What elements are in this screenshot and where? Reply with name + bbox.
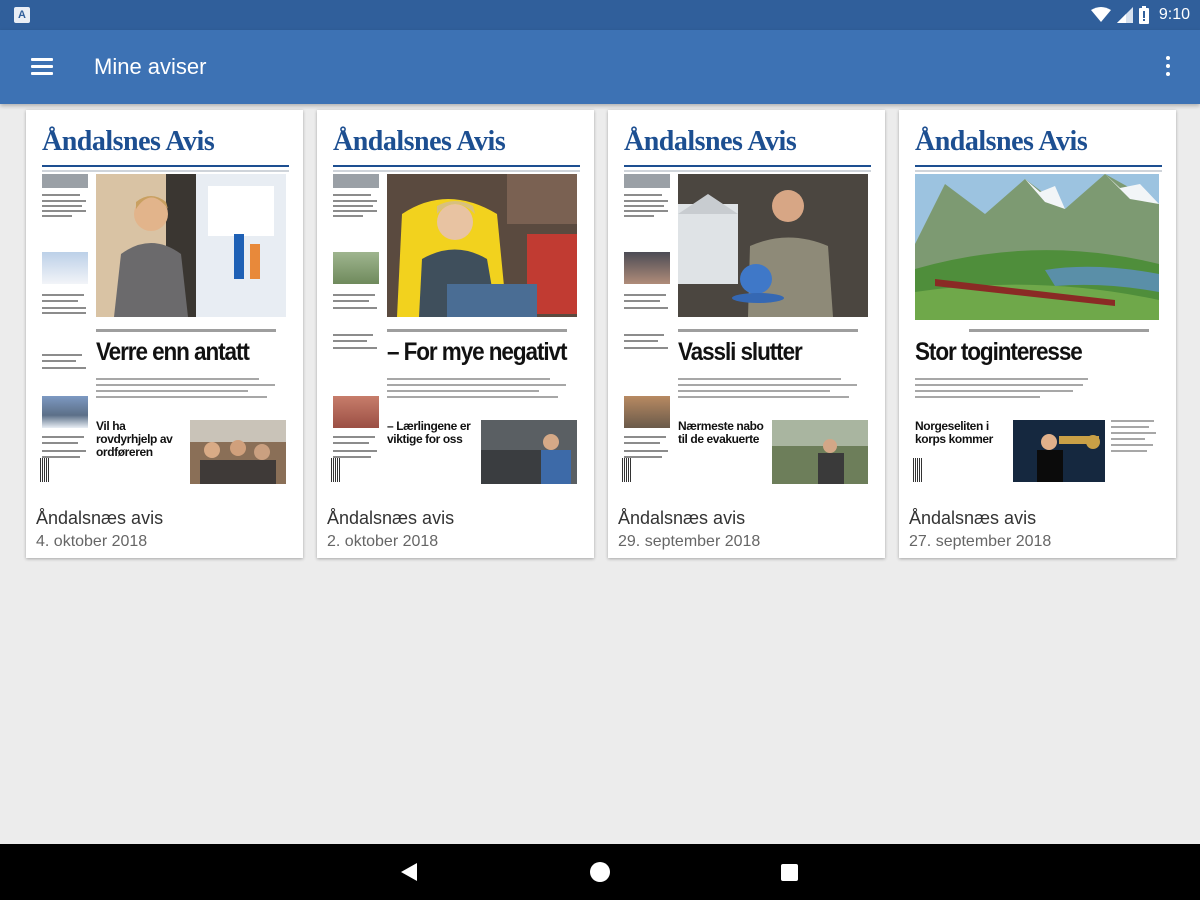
side-column xyxy=(624,174,672,502)
cover-photo xyxy=(678,174,868,317)
article-text xyxy=(678,378,868,402)
cover-photo xyxy=(387,174,577,317)
cover-photo xyxy=(915,174,1159,320)
secondary-photo xyxy=(190,420,286,484)
app-bar: Mine aviser xyxy=(0,30,1200,104)
wifi-icon xyxy=(1090,7,1111,22)
secondary-photo xyxy=(481,420,577,484)
cover-photo xyxy=(96,174,286,317)
masthead-subrule xyxy=(333,170,580,172)
home-circle-icon[interactable] xyxy=(590,862,610,882)
masthead: Åndalsnes Avis xyxy=(624,126,797,157)
thumbnail-image xyxy=(624,396,670,428)
thumbnail-image xyxy=(333,396,379,428)
masthead-subrule xyxy=(42,170,289,172)
headline: Vassli slutter xyxy=(678,338,803,366)
thumbnail-image xyxy=(42,252,88,284)
thumbnail-image xyxy=(624,252,670,284)
headline: Stor toginteresse xyxy=(915,338,1083,366)
masthead: Åndalsnes Avis xyxy=(333,126,506,157)
status-icons: 9:10 xyxy=(1090,5,1190,25)
status-bar: A 9:10 xyxy=(0,0,1200,30)
card-date: 27. september 2018 xyxy=(909,533,1052,550)
back-triangle-icon[interactable] xyxy=(401,863,417,881)
subheadline: Norgeseliten i korps kommer xyxy=(915,419,993,446)
barcode xyxy=(622,458,632,482)
masthead-subrule xyxy=(624,170,871,172)
subheadline: Nærmeste nabo til de evakuerte xyxy=(678,419,764,446)
newspaper-cover[interactable]: Åndalsnes Avis xyxy=(622,124,871,502)
article-text xyxy=(915,378,1155,402)
hamburger-menu-icon[interactable] xyxy=(24,52,60,82)
card-date: 29. september 2018 xyxy=(618,533,761,550)
masthead-rule xyxy=(915,165,1162,167)
more-vert-icon[interactable] xyxy=(1158,52,1178,82)
side-column xyxy=(42,174,90,502)
article-text xyxy=(96,378,286,402)
newspaper-grid: Åndalsnes Avis Verre enn antatt Vil ha r… xyxy=(26,110,1176,560)
side-column xyxy=(333,174,381,502)
kicker-line xyxy=(96,329,276,332)
subheadline: Vil ha rovdyrhjelp av ordføreren xyxy=(96,419,173,459)
masthead-rule xyxy=(42,165,289,167)
system-nav-bar xyxy=(0,844,1200,900)
masthead-rule xyxy=(624,165,871,167)
article-text xyxy=(387,378,577,402)
kicker-line xyxy=(387,329,567,332)
headline: – For mye negativt xyxy=(387,338,567,366)
card-title: Åndalsnæs avis xyxy=(327,508,455,528)
secondary-photo xyxy=(772,420,868,484)
kicker-line xyxy=(969,329,1149,332)
page-title: Mine aviser xyxy=(94,54,207,79)
barcode xyxy=(913,458,923,482)
newspaper-cover[interactable]: Åndalsnes Avis xyxy=(40,124,289,502)
barcode xyxy=(331,458,341,482)
card-date: 2. oktober 2018 xyxy=(327,533,439,550)
thumbnail-image xyxy=(333,252,379,284)
newspaper-card[interactable]: Åndalsnes Avis xyxy=(317,110,594,558)
barcode xyxy=(40,458,50,482)
newspaper-card[interactable]: Åndalsnes Avis Stor toginteresse Norgese xyxy=(899,110,1176,558)
newspaper-card[interactable]: Åndalsnes Avis xyxy=(26,110,303,558)
masthead: Åndalsnes Avis xyxy=(915,126,1088,157)
thumbnail-image xyxy=(42,396,88,428)
masthead-subrule xyxy=(915,170,1162,172)
kicker-line xyxy=(678,329,858,332)
recents-square-icon[interactable] xyxy=(781,864,798,881)
clock: 9:10 xyxy=(1158,6,1190,23)
newspaper-cover[interactable]: Åndalsnes Avis Stor toginteresse Norgese xyxy=(913,124,1162,502)
subheadline: – Lærlingene er viktige for oss xyxy=(387,419,471,446)
app-notification-icon: A xyxy=(14,7,30,23)
masthead-rule xyxy=(333,165,580,167)
secondary-photo xyxy=(1013,420,1105,482)
card-date: 4. oktober 2018 xyxy=(36,533,148,550)
masthead: Åndalsnes Avis xyxy=(42,126,215,157)
newspaper-cover[interactable]: Åndalsnes Avis xyxy=(331,124,580,502)
card-title: Åndalsnæs avis xyxy=(618,508,746,528)
card-title: Åndalsnæs avis xyxy=(36,508,164,528)
side-article-text xyxy=(1111,420,1159,456)
card-title: Åndalsnæs avis xyxy=(909,508,1037,528)
battery-icon xyxy=(1138,6,1149,24)
newspaper-card[interactable]: Åndalsnes Avis xyxy=(608,110,885,558)
headline: Verre enn antatt xyxy=(96,338,250,366)
signal-icon xyxy=(1116,7,1133,23)
